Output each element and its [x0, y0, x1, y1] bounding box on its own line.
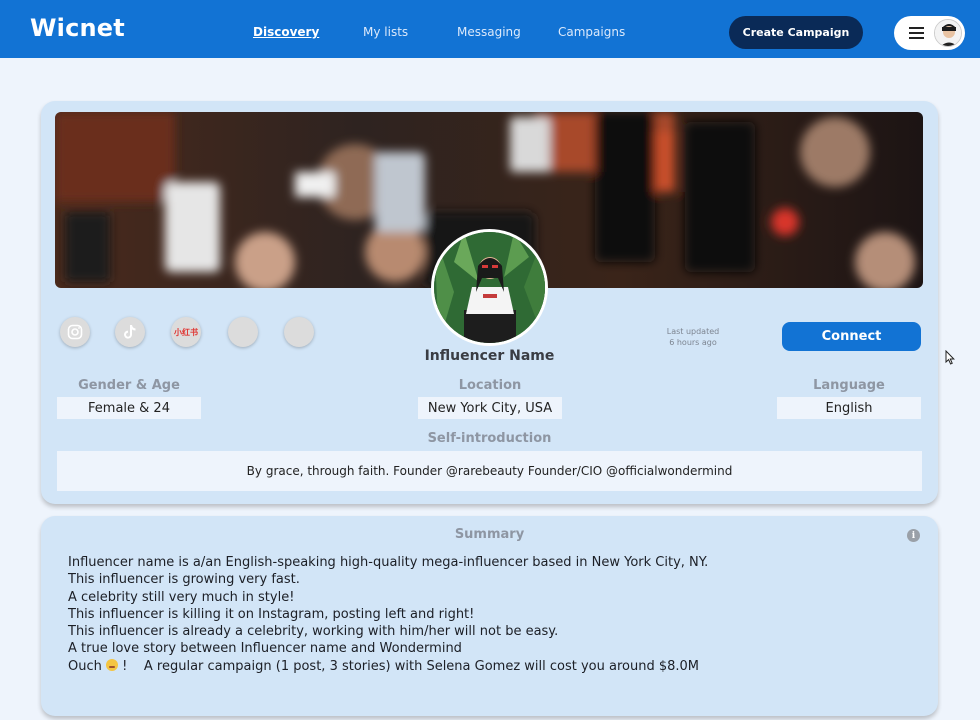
info-icon[interactable]: i: [907, 529, 920, 542]
self-intro-label: Self-introduction: [427, 431, 552, 446]
summary-card: Summary i Influencer name is a/an Englis…: [41, 516, 938, 716]
tiktok-icon[interactable]: [115, 317, 145, 347]
connect-button[interactable]: Connect: [782, 322, 921, 351]
account-menu-button[interactable]: [894, 16, 965, 50]
last-updated-label: Last updated: [666, 327, 720, 336]
influencer-name: Influencer Name: [424, 348, 555, 364]
summary-line: Influencer name is a/an English-speaking…: [68, 555, 709, 570]
mouse-cursor-icon: [945, 349, 955, 369]
summary-line-cost: Ouch ! A regular campaign (1 post, 3 sto…: [68, 658, 908, 675]
worried-face-icon: [106, 658, 118, 671]
create-campaign-button[interactable]: Create Campaign: [729, 16, 863, 49]
top-nav-bar: Wicnet Discovery My lists Messaging Camp…: [0, 0, 980, 58]
gender-age-value: Female & 24: [57, 397, 201, 419]
nav-my-lists[interactable]: My lists: [363, 25, 408, 39]
summary-text: Influencer name is a/an English-speaking…: [68, 554, 908, 675]
location-label: Location: [458, 378, 522, 393]
gender-age-label: Gender & Age: [78, 378, 180, 393]
nav-discovery[interactable]: Discovery: [253, 25, 319, 39]
instagram-icon[interactable]: [60, 317, 90, 347]
profile-photo: [431, 229, 548, 346]
empty-social-icon[interactable]: [228, 317, 258, 347]
xiaohongshu-label: 小红书: [174, 327, 198, 337]
location-value: New York City, USA: [418, 397, 562, 419]
empty-social-icon[interactable]: [284, 317, 314, 347]
nav-campaigns[interactable]: Campaigns: [558, 25, 625, 39]
summary-line: This influencer is killing it on Instagr…: [68, 606, 475, 622]
last-updated-time: 6 hours ago: [669, 338, 717, 347]
summary-line: A true love story between Influencer nam…: [68, 641, 462, 657]
hamburger-icon: [909, 27, 924, 39]
summary-line: This influencer is already a celebrity, …: [68, 624, 559, 640]
summary-title: Summary: [454, 527, 525, 542]
profile-card: 小红书 Influencer Name Last updated 6 hours…: [41, 101, 938, 504]
summary-exclamation: !: [122, 658, 128, 674]
summary-line: This influencer is growing very fast.: [68, 572, 300, 588]
language-label: Language: [813, 378, 885, 393]
self-intro-text: By grace, through faith. Founder @rarebe…: [57, 451, 922, 491]
nav-messaging[interactable]: Messaging: [457, 25, 521, 39]
summary-cost-text: A regular campaign (1 post, 3 stories) w…: [143, 658, 700, 674]
summary-line: A celebrity still very much in style!: [68, 589, 295, 605]
xiaohongshu-icon[interactable]: 小红书: [171, 317, 201, 347]
app-logo[interactable]: Wicnet: [30, 14, 125, 42]
last-updated-text: Last updated 6 hours ago: [645, 326, 741, 348]
language-value: English: [777, 397, 921, 419]
summary-ouch: Ouch: [68, 658, 102, 674]
user-avatar: [934, 19, 962, 47]
